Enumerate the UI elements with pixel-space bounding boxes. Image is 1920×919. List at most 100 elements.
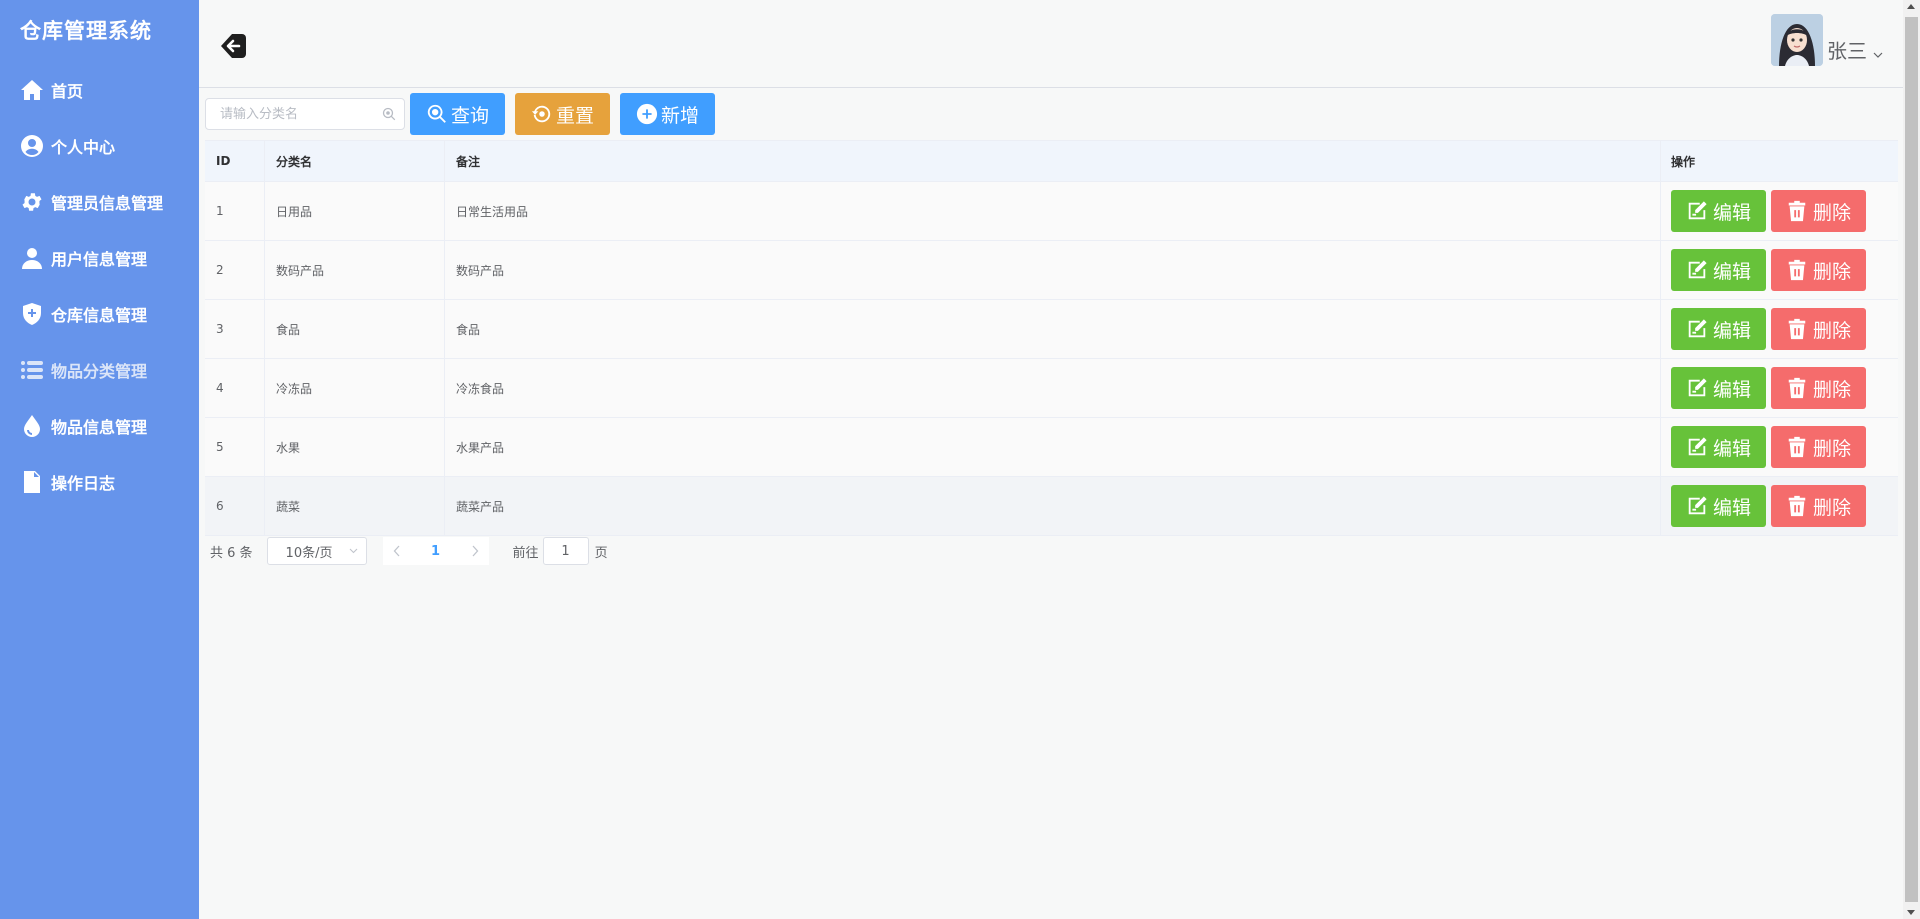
page-number-current[interactable]: 1 (431, 544, 440, 559)
edit-button-label: 编辑 (1712, 260, 1751, 283)
sidebar-item-user-management[interactable]: 用户信息管理 (0, 230, 199, 286)
edit-button-label: 编辑 (1712, 496, 1751, 519)
cell-id: 3 (205, 300, 265, 358)
edit-icon (1688, 201, 1707, 220)
user-menu[interactable]: 张三 (1771, 14, 1883, 66)
reset-button[interactable]: 重置 (515, 93, 610, 135)
cell-id: 2 (205, 241, 265, 299)
cell-id: 5 (205, 418, 265, 476)
delete-button-label: 删除 (1812, 260, 1851, 283)
cell-id: 4 (205, 359, 265, 417)
cell-note: 日常生活用品 (445, 182, 1661, 240)
total-count: 共 6 条 (210, 545, 253, 561)
delete-button[interactable]: 删除 (1771, 367, 1866, 409)
gear-icon (19, 189, 45, 215)
edit-icon (1688, 437, 1707, 456)
top-header: 张三 (199, 0, 1903, 88)
cell-note: 冷冻食品 (445, 359, 1661, 417)
cell-id: 1 (205, 182, 265, 240)
table-row: 4 冷冻品 冷冻食品 编辑 删除 (205, 359, 1898, 418)
cell-actions: 编辑 删除 (1661, 241, 1898, 299)
vertical-scrollbar[interactable] (1903, 0, 1920, 919)
search-icon (427, 104, 446, 123)
sidebar-item-label: 仓库信息管理 (51, 306, 148, 325)
sidebar-item-label: 用户信息管理 (51, 250, 148, 269)
delete-button[interactable]: 删除 (1771, 485, 1866, 527)
username: 张三 (1827, 39, 1867, 63)
query-button[interactable]: 查询 (410, 93, 505, 135)
page-size-select[interactable]: 10条/页 (266, 537, 367, 565)
cell-note: 水果产品 (445, 418, 1661, 476)
sidebar-item-operation-log[interactable]: 操作日志 (0, 454, 199, 510)
delete-button[interactable]: 删除 (1771, 308, 1866, 350)
goto-page: 前往 1 页 (513, 537, 608, 565)
delete-button-label: 删除 (1812, 319, 1851, 342)
goto-page-input[interactable]: 1 (542, 537, 589, 565)
query-button-label: 查询 (450, 104, 489, 127)
search-box (205, 98, 405, 130)
add-button[interactable]: 新增 (620, 93, 715, 135)
trash-icon (1788, 259, 1806, 281)
sidebar-item-warehouse-management[interactable]: 仓库信息管理 (0, 286, 199, 342)
edit-button-label: 编辑 (1712, 437, 1751, 460)
sidebar-item-user-center[interactable]: 个人中心 (0, 118, 199, 174)
edit-icon (1688, 378, 1707, 397)
sidebar-item-label: 管理员信息管理 (51, 194, 164, 213)
delete-button[interactable]: 删除 (1771, 249, 1866, 291)
scroll-thumb[interactable] (1905, 17, 1918, 902)
edit-button[interactable]: 编辑 (1671, 249, 1766, 291)
user-center-icon (19, 133, 45, 159)
table-row: 3 食品 食品 编辑 删除 (205, 300, 1898, 359)
delete-button-label: 删除 (1812, 201, 1851, 224)
cell-name: 水果 (265, 418, 445, 476)
column-header-actions: 操作 (1671, 154, 1696, 169)
edit-button[interactable]: 编辑 (1671, 485, 1766, 527)
table-body: 1 日用品 日常生活用品 编辑 删除 2 数码产品 数码产品 编辑 删除 3 食… (205, 182, 1898, 536)
reset-button-label: 重置 (555, 104, 594, 127)
collapse-sidebar-button[interactable] (219, 30, 251, 62)
column-header-name: 分类名 (265, 141, 445, 181)
back-arrow-icon (221, 34, 246, 58)
cell-note: 蔬菜产品 (445, 477, 1661, 535)
edit-button[interactable]: 编辑 (1671, 308, 1766, 350)
edit-button-label: 编辑 (1712, 201, 1751, 224)
delete-button[interactable]: 删除 (1771, 426, 1866, 468)
sidebar-item-admin-management[interactable]: 管理员信息管理 (0, 174, 199, 230)
sidebar: 仓库管理系统 首页 个人中心 管理员信息管理 用户信息管理 仓库信息管理 物品分… (0, 0, 199, 919)
cell-actions: 编辑 删除 (1661, 359, 1898, 417)
edit-button[interactable]: 编辑 (1671, 367, 1766, 409)
search-icon (382, 107, 396, 121)
plus-circle-icon (636, 103, 658, 125)
toolbar: 查询 重置 新增 (205, 93, 725, 135)
edit-icon (1688, 260, 1707, 279)
pagination: 共 6 条 10条/页 1 前往 1 页 (210, 537, 608, 565)
cell-name: 蔬菜 (265, 477, 445, 535)
trash-icon (1788, 495, 1806, 517)
scroll-up-arrow[interactable] (1907, 4, 1915, 9)
search-input[interactable] (206, 99, 376, 129)
edit-icon (1688, 319, 1707, 338)
delete-button[interactable]: 删除 (1771, 190, 1866, 232)
trash-icon (1788, 200, 1806, 222)
edit-button-label: 编辑 (1712, 319, 1751, 342)
warehouse-icon (19, 301, 45, 327)
trash-icon (1788, 318, 1806, 340)
sidebar-item-label: 物品信息管理 (51, 418, 148, 437)
chevron-down-icon (349, 548, 357, 554)
cell-note: 食品 (445, 300, 1661, 358)
scroll-down-arrow[interactable] (1907, 910, 1915, 915)
sidebar-item-item-management[interactable]: 物品信息管理 (0, 398, 199, 454)
sidebar-item-home[interactable]: 首页 (0, 62, 199, 118)
page-unit-label: 页 (594, 545, 608, 561)
edit-button[interactable]: 编辑 (1671, 190, 1766, 232)
edit-button-label: 编辑 (1712, 378, 1751, 401)
edit-button[interactable]: 编辑 (1671, 426, 1766, 468)
goto-label: 前往 (512, 545, 539, 561)
prev-page-button[interactable] (393, 545, 401, 557)
app-title: 仓库管理系统 (20, 19, 152, 43)
delete-button-label: 删除 (1812, 437, 1851, 460)
sidebar-item-category-management[interactable]: 物品分类管理 (0, 342, 199, 398)
next-page-button[interactable] (471, 545, 479, 557)
add-button-label: 新增 (660, 104, 699, 127)
category-table: ID 分类名 备注 操作 1 日用品 日常生活用品 编辑 删除 2 数码产品 数… (205, 140, 1898, 536)
